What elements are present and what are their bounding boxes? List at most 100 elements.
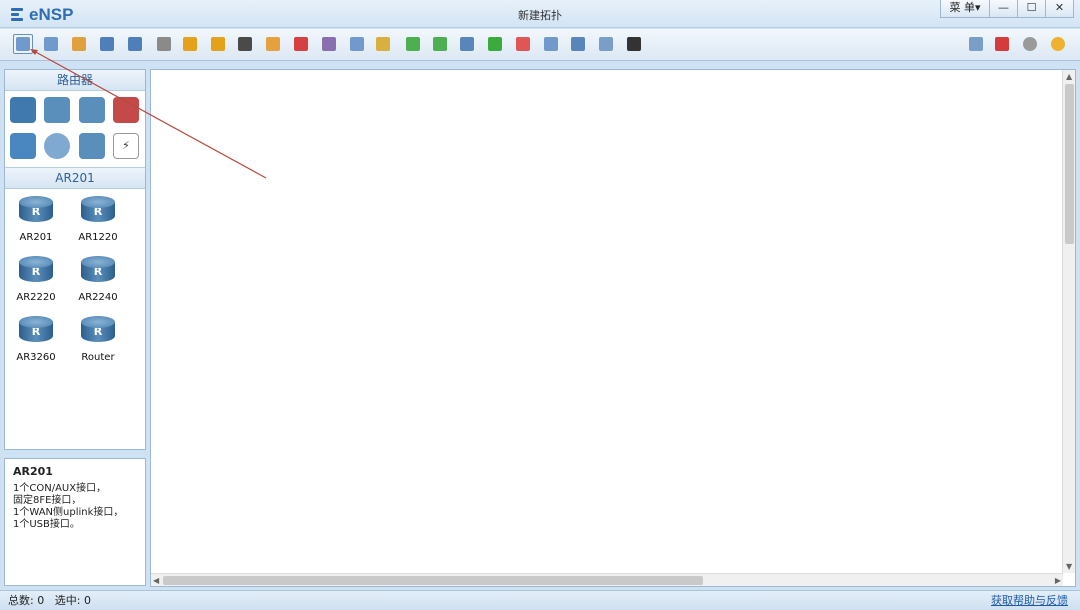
zoom-in-button[interactable] bbox=[403, 34, 423, 54]
vertical-scroll-thumb[interactable] bbox=[1065, 84, 1074, 244]
screenshot-button[interactable] bbox=[624, 34, 644, 54]
device-label: Router bbox=[81, 352, 115, 363]
start-device-button[interactable] bbox=[485, 34, 505, 54]
scroll-left-icon[interactable]: ◀ bbox=[153, 576, 159, 585]
delete-button[interactable] bbox=[291, 34, 311, 54]
selected-label: 选中: bbox=[54, 594, 81, 607]
scroll-down-icon[interactable]: ▼ bbox=[1066, 562, 1072, 571]
other-device-category-icon[interactable] bbox=[79, 133, 105, 159]
device-item-ar2240[interactable]: R AR2240 bbox=[75, 256, 121, 303]
device-panel: 路由器 ⚡ AR201 R AR201 R AR1220 R AR2220 R AR2240 R… bbox=[4, 69, 146, 450]
print-button[interactable] bbox=[154, 34, 174, 54]
undo-button[interactable] bbox=[180, 34, 200, 54]
device-item-ar3260[interactable]: R AR3260 bbox=[13, 316, 59, 363]
scroll-up-icon[interactable]: ▲ bbox=[1066, 72, 1072, 81]
new-example-icon bbox=[44, 37, 58, 51]
horizontal-scroll-thumb[interactable] bbox=[163, 576, 703, 585]
router-icon: R bbox=[19, 256, 53, 286]
label-icon bbox=[376, 37, 390, 51]
category-header: 路由器 bbox=[5, 70, 145, 91]
minimize-button[interactable]: — bbox=[990, 0, 1018, 18]
area-icon bbox=[599, 37, 613, 51]
chat-button[interactable] bbox=[966, 34, 986, 54]
horizontal-scrollbar[interactable]: ◀ ▶ bbox=[151, 573, 1063, 586]
router-icon: R bbox=[81, 256, 115, 286]
delete-link-button[interactable] bbox=[319, 34, 339, 54]
delete-link-icon bbox=[322, 37, 336, 51]
select-icon bbox=[238, 37, 252, 51]
screenshot-icon bbox=[627, 37, 641, 51]
device-info-line: 1个WAN侧uplink接口， bbox=[13, 507, 124, 518]
router-top bbox=[19, 196, 53, 208]
menu-button[interactable]: 菜 单▾ bbox=[940, 0, 990, 18]
device-item-ar201[interactable]: R AR201 bbox=[13, 196, 59, 243]
router-top bbox=[19, 316, 53, 328]
device-item-ar1220[interactable]: R AR1220 bbox=[75, 196, 121, 243]
fit-window-button[interactable] bbox=[457, 34, 477, 54]
topology-button[interactable] bbox=[568, 34, 588, 54]
save-as-button[interactable] bbox=[125, 34, 145, 54]
pc-category-icon[interactable] bbox=[10, 133, 36, 159]
router-icon: R bbox=[81, 196, 115, 226]
area-button[interactable] bbox=[596, 34, 616, 54]
device-item-ar2220[interactable]: R AR2220 bbox=[13, 256, 59, 303]
device-info-line: 1个CON/AUX接口， bbox=[13, 483, 107, 494]
pan-hand-button[interactable] bbox=[263, 34, 283, 54]
new-example-button[interactable] bbox=[41, 34, 61, 54]
help-feedback-link[interactable]: 获取帮助与反馈 bbox=[991, 592, 1068, 610]
topology-canvas[interactable]: ▲ ▼ ◀ ▶ bbox=[150, 69, 1076, 587]
device-item-router[interactable]: R Router bbox=[75, 316, 121, 363]
link-category-icon[interactable]: ⚡ bbox=[113, 133, 139, 159]
settings-button[interactable] bbox=[1020, 34, 1040, 54]
status-bar: 总数: 0 选中: 0 获取帮助与反馈 bbox=[0, 590, 1080, 610]
maximize-button[interactable]: ☐ bbox=[1018, 0, 1046, 18]
firewall-category-icon[interactable] bbox=[113, 97, 139, 123]
selected-value: 0 bbox=[83, 594, 91, 607]
capture-button[interactable] bbox=[541, 34, 561, 54]
open-icon bbox=[72, 37, 86, 51]
close-button[interactable]: ✕ bbox=[1046, 0, 1074, 18]
window-controls: 菜 单▾ — ☐ ✕ bbox=[940, 0, 1074, 18]
status-counts: 总数: 0 选中: 0 bbox=[8, 592, 91, 610]
device-label: AR201 bbox=[19, 232, 53, 243]
huawei-button[interactable] bbox=[992, 34, 1012, 54]
router-top bbox=[81, 256, 115, 268]
toolbar bbox=[0, 29, 1080, 61]
label-button[interactable] bbox=[373, 34, 393, 54]
save-icon bbox=[100, 37, 114, 51]
help-button[interactable] bbox=[1048, 34, 1068, 54]
start-device-icon bbox=[488, 37, 502, 51]
zoom-out-icon bbox=[433, 37, 447, 51]
delete-icon bbox=[294, 37, 308, 51]
select-button[interactable] bbox=[235, 34, 255, 54]
total-value: 0 bbox=[37, 594, 45, 607]
zoom-in-icon bbox=[406, 37, 420, 51]
router-icon: R bbox=[19, 316, 53, 346]
pan-hand-icon bbox=[266, 37, 280, 51]
stop-device-icon bbox=[516, 37, 530, 51]
router-top bbox=[19, 256, 53, 268]
device-info-panel: AR201 1个CON/AUX接口， 固定8FE接口， 1个WAN侧uplink… bbox=[4, 458, 146, 586]
save-button[interactable] bbox=[97, 34, 117, 54]
total-label: 总数: bbox=[8, 594, 34, 607]
new-topology-button[interactable] bbox=[13, 34, 33, 54]
stop-device-button[interactable] bbox=[513, 34, 533, 54]
category-grid: ⚡ bbox=[5, 91, 145, 168]
switch-category-icon[interactable] bbox=[44, 97, 70, 123]
scroll-right-icon[interactable]: ▶ bbox=[1055, 576, 1061, 585]
text-icon bbox=[350, 37, 364, 51]
vertical-scrollbar[interactable]: ▲ ▼ bbox=[1062, 70, 1075, 573]
capture-icon bbox=[544, 37, 558, 51]
device-label: AR2220 bbox=[16, 292, 56, 303]
wireless-category-icon[interactable] bbox=[79, 97, 105, 123]
cloud-category-icon[interactable] bbox=[44, 133, 70, 159]
huawei-icon bbox=[995, 37, 1009, 51]
open-button[interactable] bbox=[69, 34, 89, 54]
router-category-icon[interactable] bbox=[10, 97, 36, 123]
zoom-out-button[interactable] bbox=[430, 34, 450, 54]
device-label: AR1220 bbox=[78, 232, 118, 243]
router-top bbox=[81, 316, 115, 328]
redo-button[interactable] bbox=[208, 34, 228, 54]
title-bar: eNSP 新建拓扑 菜 单▾ — ☐ ✕ bbox=[0, 0, 1080, 28]
text-button[interactable] bbox=[347, 34, 367, 54]
